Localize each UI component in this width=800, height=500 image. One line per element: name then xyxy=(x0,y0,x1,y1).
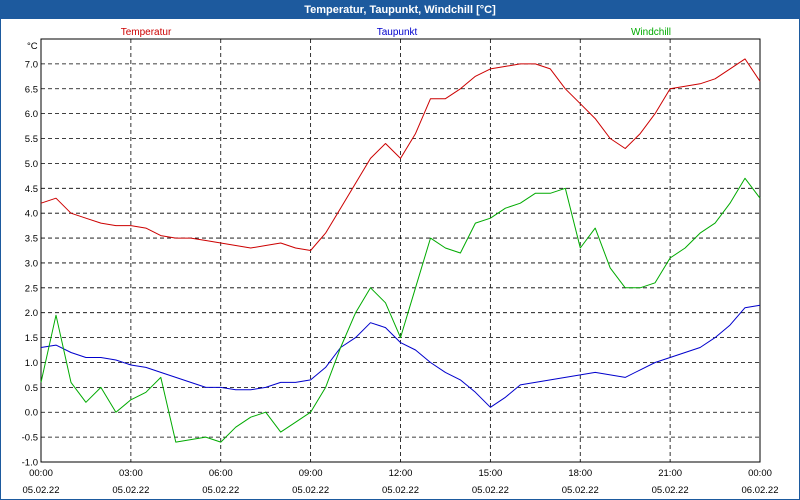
line-chart: -1.0 -0.5 0.0 0.5 1.0 1.5 2.0 2.5 3.0 3.5 4.0 4.5 5.… xyxy=(22,27,779,496)
legend: Temperatur Taupunkt Windchill xyxy=(121,27,671,38)
x-tick-time: 21:00 xyxy=(658,468,682,479)
x-tick-date: 06.02.22 xyxy=(742,485,779,496)
y-tick-label: 2.5 xyxy=(25,283,38,294)
x-tick-date: 05.02.22 xyxy=(292,485,329,496)
y-tick-label: 5.0 xyxy=(25,159,38,170)
x-tick-time: 12:00 xyxy=(389,468,413,479)
y-axis-ticks: -1.0 -0.5 0.0 0.5 1.0 1.5 2.0 2.5 3.0 3.5 4.0 4.5 5.… xyxy=(22,59,38,468)
y-tick-label: -0.5 xyxy=(22,433,38,444)
y-tick-label: 6.5 xyxy=(25,84,38,95)
x-tick-date: 05.02.22 xyxy=(112,485,149,496)
x-axis-ticks: 00:00 05.02.22 03:00 05.02.22 06:00 05.02.22 0… xyxy=(23,468,779,496)
y-tick-label: 3.5 xyxy=(25,234,38,245)
x-tick-time: 18:00 xyxy=(568,468,592,479)
x-tick-date: 05.02.22 xyxy=(23,485,60,496)
y-tick-label: 3.0 xyxy=(25,258,38,269)
legend-entry-temperatur: Temperatur xyxy=(121,27,172,38)
y-tick-label: 5.5 xyxy=(25,134,38,145)
y-tick-label: -1.0 xyxy=(22,458,38,469)
x-tick-time: 09:00 xyxy=(299,468,323,479)
x-tick-date: 05.02.22 xyxy=(472,485,509,496)
x-tick-date: 05.02.22 xyxy=(202,485,239,496)
y-axis-unit-label: °C xyxy=(27,41,38,52)
x-tick-time: 03:00 xyxy=(119,468,143,479)
x-tick-time: 06:00 xyxy=(209,468,233,479)
y-tick-label: 1.0 xyxy=(25,358,38,369)
y-tick-label: 4.0 xyxy=(25,209,38,220)
y-tick-label: 0.5 xyxy=(25,383,38,394)
grid xyxy=(41,39,760,463)
x-tick-date: 05.02.22 xyxy=(652,485,689,496)
y-tick-label: 7.0 xyxy=(25,59,38,70)
y-tick-label: 2.0 xyxy=(25,308,38,319)
chart-window: Temperatur, Taupunkt, Windchill [°C] -1.… xyxy=(0,0,800,500)
x-tick-date: 05.02.22 xyxy=(562,485,599,496)
legend-entry-windchill: Windchill xyxy=(631,27,671,38)
x-tick-time: 00:00 xyxy=(29,468,53,479)
x-tick-date: 05.02.22 xyxy=(382,485,419,496)
y-tick-label: 4.5 xyxy=(25,184,38,195)
y-tick-label: 0.0 xyxy=(25,408,38,419)
x-tick-time: 00:00 xyxy=(748,468,772,479)
y-tick-label: 6.0 xyxy=(25,109,38,120)
legend-entry-taupunkt: Taupunkt xyxy=(377,27,418,38)
y-tick-label: 1.5 xyxy=(25,333,38,344)
x-tick-time: 15:00 xyxy=(478,468,502,479)
